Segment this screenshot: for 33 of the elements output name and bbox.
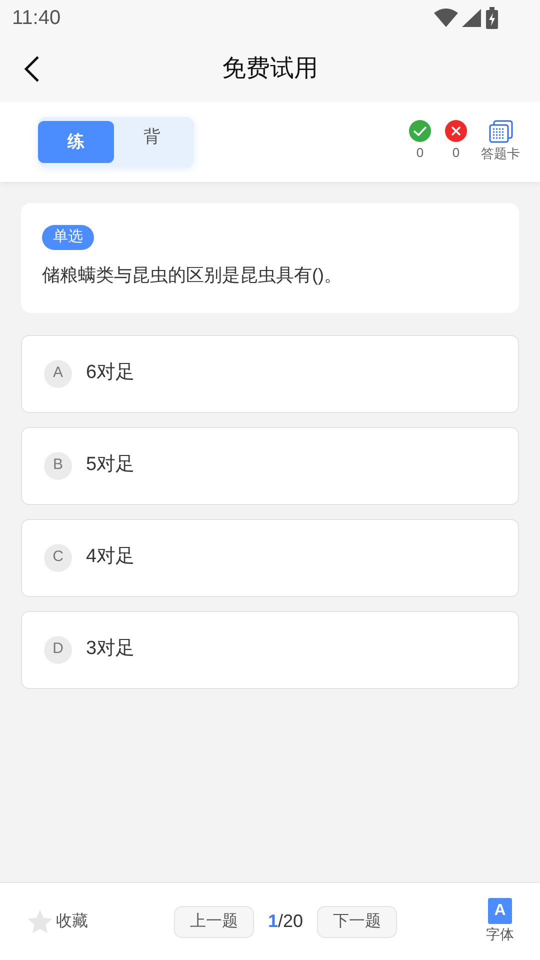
- answer-option[interactable]: B 5对足: [21, 426, 519, 504]
- correct-count: 0: [416, 144, 424, 162]
- wrong-count: 0: [452, 144, 460, 162]
- answer-card-button[interactable]: 答题卡: [481, 120, 520, 164]
- option-text: 3对足: [86, 637, 135, 662]
- answer-option[interactable]: A 6对足: [21, 334, 519, 412]
- font-icon: A: [488, 898, 512, 924]
- option-text: 4对足: [86, 545, 135, 570]
- wifi-icon: [434, 8, 458, 28]
- question-text: 储粮螨类与昆虫的区别是昆虫具有()。: [42, 264, 342, 287]
- back-icon: [24, 55, 40, 83]
- battery-icon: [486, 7, 498, 29]
- status-time: 11:40: [12, 6, 61, 31]
- answer-option[interactable]: C 4对足: [21, 518, 519, 596]
- answer-card-icon: [488, 120, 512, 144]
- page-counter: 1/20: [268, 910, 304, 933]
- next-button[interactable]: 下一题: [317, 906, 398, 938]
- question-type-tag: 单选: [42, 225, 94, 250]
- option-text: 5对足: [86, 453, 135, 478]
- favorite-button[interactable]: 收藏: [26, 908, 88, 936]
- option-letter: D: [44, 636, 72, 664]
- signal-icon: [462, 8, 482, 28]
- mode-tab[interactable]: 背: [114, 116, 190, 158]
- font-button[interactable]: A 字体: [486, 898, 514, 945]
- option-letter: A: [44, 360, 72, 388]
- previous-button[interactable]: 上一题: [174, 906, 254, 938]
- answer-option[interactable]: D 3对足: [21, 610, 519, 688]
- correct-icon: [409, 120, 431, 142]
- option-letter: B: [44, 452, 72, 480]
- wrong-icon: [445, 120, 467, 142]
- option-text: 6对足: [86, 361, 135, 386]
- page-title: 免费试用: [222, 54, 318, 84]
- option-letter: C: [44, 544, 72, 572]
